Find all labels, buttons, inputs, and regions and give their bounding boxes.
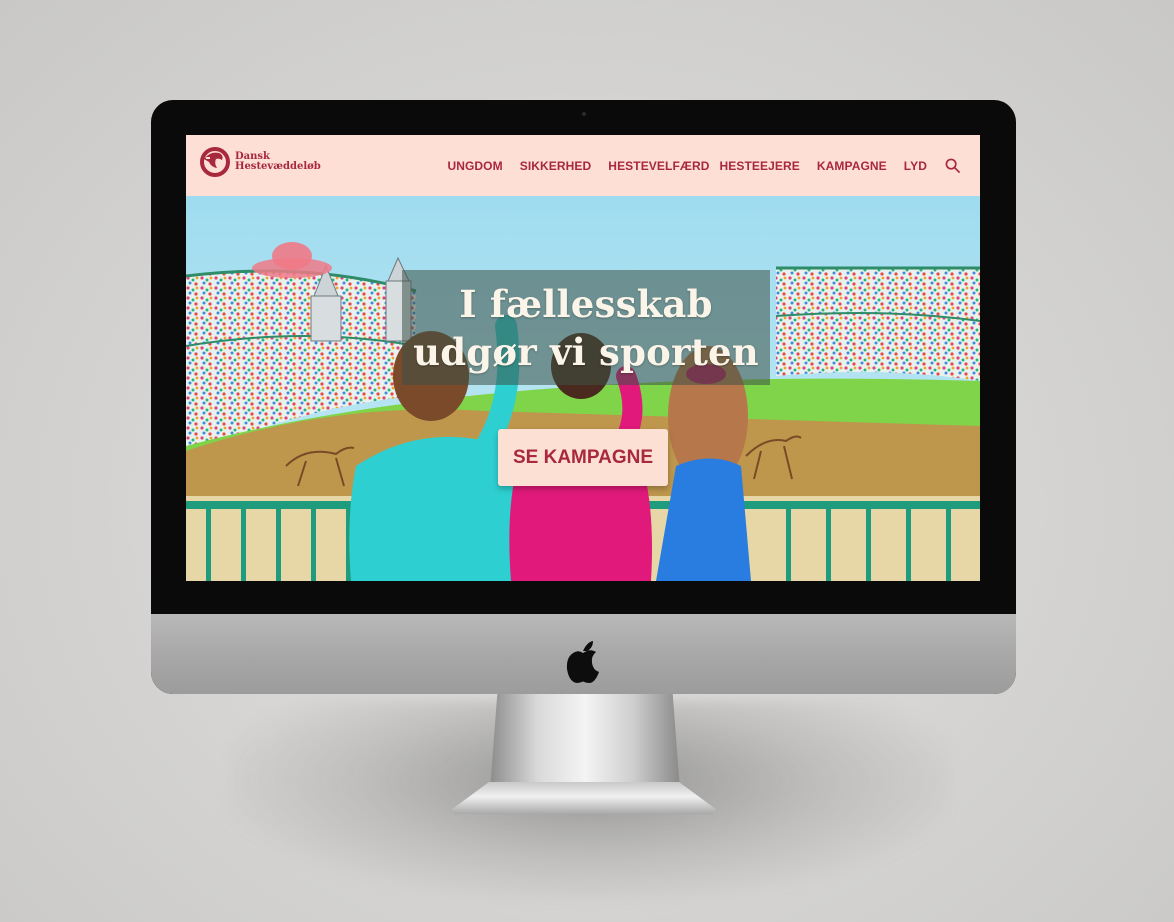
logo-wordmark: Dansk Hestevæddeløb (235, 152, 321, 172)
imac-monitor: Dansk Hestevæddeløb UNGDOM SIKKERHED HES… (151, 100, 1016, 694)
hero-section: I fællesskab udgør vi sporten SE KAMPAGN… (186, 196, 980, 581)
nav-item-ungdom[interactable]: UNGDOM (447, 159, 502, 173)
nav-item-lyd[interactable]: LYD (904, 159, 927, 173)
hero-headline: I fællesskab udgør vi sporten (386, 280, 786, 376)
site-logo[interactable]: Dansk Hestevæddeløb (200, 147, 321, 177)
nav-item-hesteejere[interactable]: HESTEEJERE (720, 159, 800, 173)
nav-item-hestevelfaerd[interactable]: HESTEVELFÆRD (608, 159, 709, 173)
horse-head-logo-icon (200, 147, 230, 177)
see-campaign-button[interactable]: SE KAMPAGNE (498, 429, 668, 486)
apple-logo-icon (566, 641, 599, 683)
monitor-chin (151, 614, 1016, 694)
nav-item-kampagne[interactable]: KAMPAGNE (817, 159, 887, 173)
monitor-stand-base (452, 782, 716, 814)
nav-item-sikkerhed[interactable]: SIKKERHED (520, 159, 592, 173)
website-screen: Dansk Hestevæddeløb UNGDOM SIKKERHED HES… (186, 135, 980, 581)
monitor-stand (490, 690, 680, 790)
main-menu: UNGDOM SIKKERHED HESTEVELFÆRD HESTEEJERE… (430, 135, 960, 196)
hero-illustration (186, 196, 980, 581)
headline-line-1: I fællesskab (459, 282, 713, 326)
headline-line-2: udgør vi sporten (413, 330, 759, 374)
logo-line-2: Hestevæddeløb (235, 161, 321, 172)
search-icon[interactable] (945, 158, 960, 173)
top-navigation: Dansk Hestevæddeløb UNGDOM SIKKERHED HES… (186, 135, 980, 196)
camera-dot (582, 112, 586, 116)
